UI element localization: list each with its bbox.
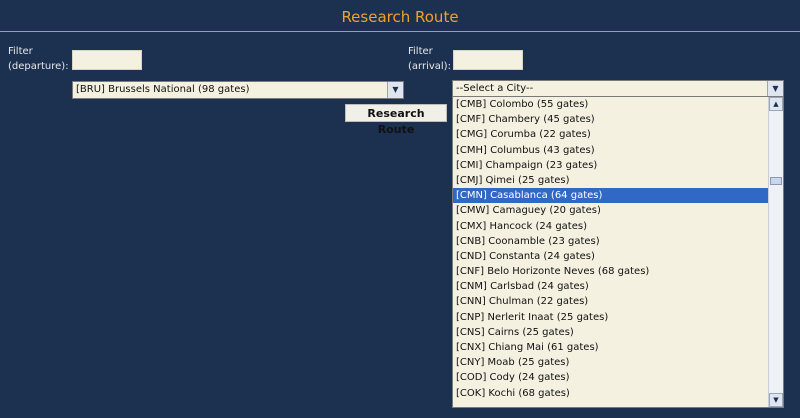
departure-city-select[interactable]: [BRU] Brussels National (98 gates) ▼ [72, 81, 404, 99]
arrival-option[interactable]: [COD] Cody (24 gates) [453, 370, 769, 385]
arrival-option[interactable]: [CNB] Coonamble (23 gates) [453, 234, 769, 249]
arrival-option[interactable]: [CMJ] Qimei (25 gates) [453, 173, 769, 188]
arrival-option[interactable]: [CNX] Chiang Mai (61 gates) [453, 340, 769, 355]
arrival-option[interactable]: [CNP] Nerlerit Inaat (25 gates) [453, 310, 769, 325]
chevron-down-icon[interactable]: ▼ [387, 82, 403, 98]
chevron-down-icon[interactable]: ▼ [767, 81, 783, 97]
arrival-option[interactable]: [CMW] Camaguey (20 gates) [453, 203, 769, 218]
arrival-option[interactable]: [CNN] Chulman (22 gates) [453, 294, 769, 309]
arrival-option[interactable]: [CNF] Belo Horizonte Neves (68 gates) [453, 264, 769, 279]
chevron-down-icon[interactable]: ▼ [769, 393, 783, 407]
arrival-option[interactable]: [CMF] Chambery (45 gates) [453, 112, 769, 127]
arrival-options: [CMB] Colombo (55 gates) [CMF] Chambery (… [453, 97, 769, 401]
departure-filter-label-line2: (departure): [8, 61, 69, 72]
arrival-filter-label: Filter (arrival): [408, 44, 451, 74]
chevron-up-icon[interactable]: ▲ [769, 97, 783, 111]
arrival-option[interactable]: [COK] Kochi (68 gates) [453, 386, 769, 401]
research-route-button[interactable]: Research Route [345, 104, 447, 136]
dropdown-scrollbar[interactable]: ▲ ▼ [768, 97, 783, 407]
arrival-filter-input[interactable] [453, 50, 523, 70]
arrival-option[interactable]: [CMN] Casablanca (64 gates) [453, 188, 769, 204]
scrollbar-thumb[interactable] [770, 177, 782, 185]
arrival-option[interactable]: [CNY] Moab (25 gates) [453, 355, 769, 370]
departure-filter-label-line1: Filter [8, 46, 33, 57]
arrival-option[interactable]: [CMB] Colombo (55 gates) [453, 97, 769, 112]
arrival-dropdown-list[interactable]: [CMB] Colombo (55 gates) [CMF] Chambery (… [452, 96, 784, 408]
arrival-option[interactable]: [CND] Constanta (24 gates) [453, 249, 769, 264]
page-title: Research Route [341, 8, 459, 26]
arrival-filter-label-line1: Filter [408, 46, 433, 57]
departure-selected-value: [BRU] Brussels National (98 gates) [76, 84, 250, 95]
arrival-option[interactable]: [CMH] Columbus (43 gates) [453, 143, 769, 158]
arrival-option[interactable]: [CMX] Hancock (24 gates) [453, 219, 769, 234]
arrival-option[interactable]: [CNM] Carlsbad (24 gates) [453, 279, 769, 294]
arrival-option[interactable]: [CMI] Champaign (23 gates) [453, 158, 769, 173]
arrival-selected-value: --Select a City-- [456, 83, 534, 94]
arrival-option[interactable]: [CNS] Cairns (25 gates) [453, 325, 769, 340]
arrival-option[interactable]: [CMG] Corumba (22 gates) [453, 127, 769, 142]
arrival-filter-label-line2: (arrival): [408, 61, 451, 72]
departure-filter-label: Filter (departure): [8, 44, 69, 74]
title-divider [0, 31, 800, 32]
departure-filter-input[interactable] [72, 50, 142, 70]
